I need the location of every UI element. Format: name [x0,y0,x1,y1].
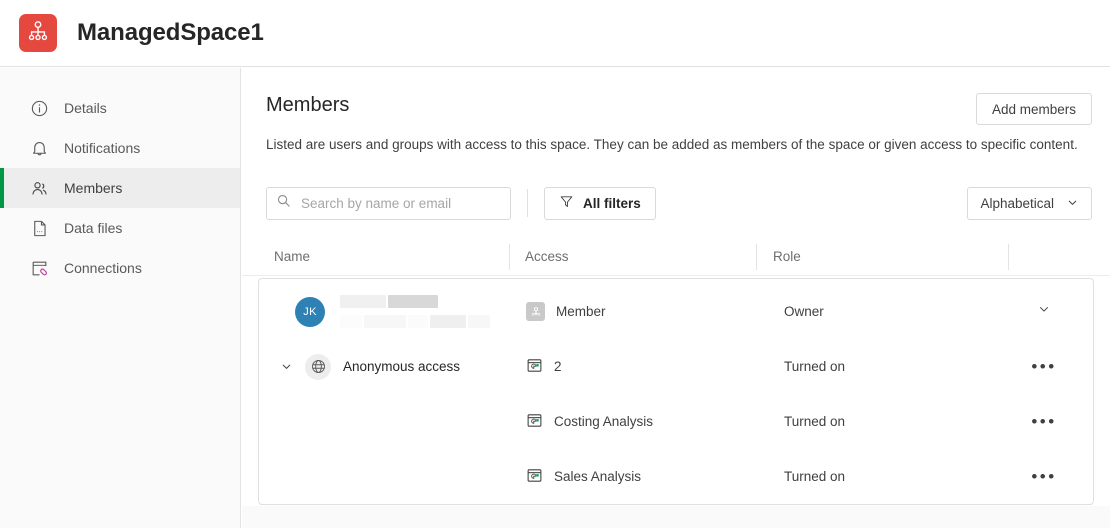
access-label: Costing Analysis [554,414,654,429]
content-footer-strip [242,506,1110,528]
member-badge-icon [526,302,545,321]
group-name-label: Anonymous access [343,359,461,374]
kebab-menu-icon: ••• [1031,467,1057,486]
sort-dropdown[interactable]: Alphabetical [967,187,1092,220]
toolbar-divider [527,189,528,217]
all-filters-label: All filters [583,195,641,211]
sidebar-item-label: Members [64,180,123,196]
people-icon [28,177,50,199]
bell-icon [28,137,50,159]
add-members-button[interactable]: Add members [975,93,1092,125]
app-header: ManagedSpace1 [0,0,1110,67]
column-header-name: Name [274,249,311,264]
access-label: 2 [554,359,562,374]
sidebar-item-label: Details [64,100,107,116]
sidebar-item-label: Connections [64,260,142,276]
table-row[interactable]: JK Member Owner [259,284,1095,339]
redacted-name [340,295,490,308]
main-content: Members Listed are users and groups with… [242,68,1110,528]
table-header: Name Access Role [242,238,1110,276]
table-row[interactable]: Sales Analysis Turned on ••• [259,449,1095,504]
connections-icon [28,257,50,279]
app-icon [526,357,543,377]
group-role-cell: Turned on [784,359,846,374]
search-input[interactable] [299,194,494,212]
redacted-email [340,315,490,328]
avatar: JK [295,296,325,327]
column-divider [1008,244,1009,270]
page-title: ManagedSpace1 [77,19,264,46]
child-access-cell: Costing Analysis [526,412,653,432]
members-toolbar: All filters Alphabetical [242,172,1110,234]
app-icon [526,467,543,487]
table-row[interactable]: Anonymous access 2 Turned on ••• [259,339,1095,394]
all-filters-button[interactable]: All filters [544,186,656,220]
file-icon [28,217,50,239]
hierarchy-icon [27,20,49,47]
row-menu-button[interactable]: ••• [1024,358,1064,375]
sidebar-item-members[interactable]: Members [0,168,240,208]
members-table: JK Member Owner Anonymous access 2 Turne… [258,278,1094,505]
row-menu-button[interactable]: ••• [1024,468,1064,485]
child-access-cell: Sales Analysis [526,467,641,487]
member-access-cell: Member [526,302,606,321]
sidebar-item-connections[interactable]: Connections [0,248,240,288]
expand-collapse-button[interactable] [277,360,295,373]
group-access-cell: 2 [526,357,562,377]
column-header-role: Role [773,249,801,264]
sidebar-item-notifications[interactable]: Notifications [0,128,240,168]
globe-icon [305,353,331,380]
funnel-icon [559,194,574,212]
column-divider [509,244,510,270]
members-header: Members Listed are users and groups with… [242,68,1110,152]
chevron-down-icon [1037,302,1051,321]
member-role-cell: Owner [784,304,824,319]
access-label: Sales Analysis [554,469,642,484]
members-title: Members [266,94,350,116]
kebab-menu-icon: ••• [1031,357,1057,376]
space-logo [19,14,57,52]
child-role-cell: Turned on [784,469,846,484]
group-name-cell: Anonymous access [277,353,461,380]
sidebar-item-label: Data files [64,220,123,236]
sort-label: Alphabetical [980,196,1054,211]
members-description: Listed are users and groups with access … [266,137,1078,152]
kebab-menu-icon: ••• [1031,412,1057,431]
member-name-cell: JK [295,295,490,328]
chevron-down-icon [1066,196,1079,212]
child-role-cell: Turned on [784,414,846,429]
search-icon [276,193,291,213]
row-menu-button[interactable]: ••• [1024,413,1064,430]
redacted-identity [340,295,490,328]
search-box[interactable] [266,186,511,220]
table-row[interactable]: Costing Analysis Turned on ••• [259,394,1095,449]
sidebar: Details Notifications Members Data files… [0,68,241,528]
column-divider [756,244,757,270]
app-icon [526,412,543,432]
access-label: Member [556,304,606,319]
column-header-access: Access [525,249,569,264]
sidebar-item-details[interactable]: Details [0,88,240,128]
sidebar-item-label: Notifications [64,140,141,156]
info-circle-icon [28,97,50,119]
sidebar-item-data-files[interactable]: Data files [0,208,240,248]
role-dropdown-button[interactable] [1024,302,1064,321]
